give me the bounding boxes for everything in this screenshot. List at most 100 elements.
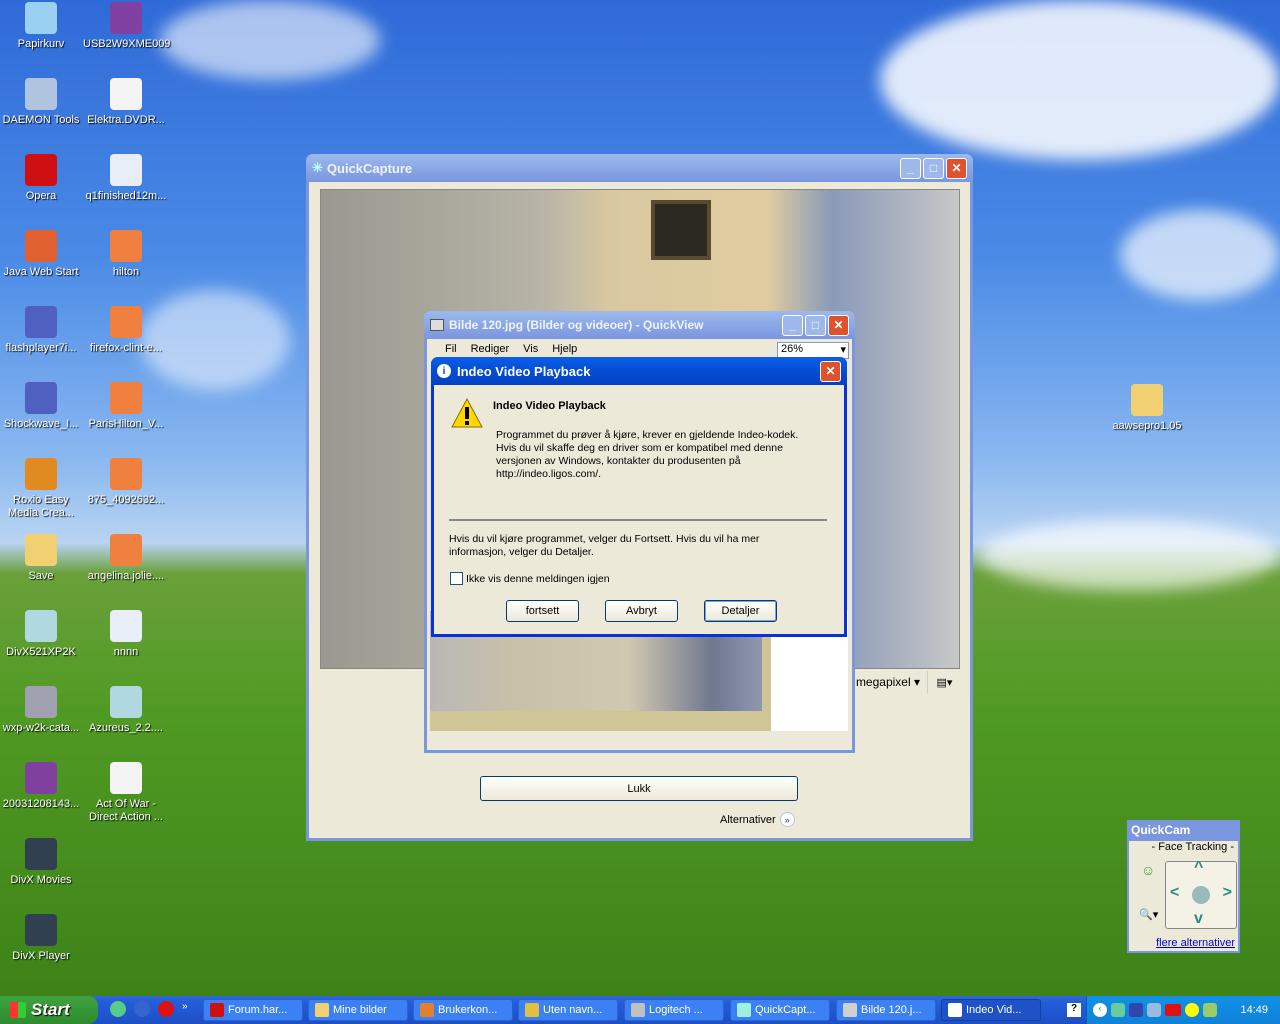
file-icon (25, 382, 57, 414)
tray-icon[interactable] (1203, 1003, 1217, 1017)
arrow-right-icon[interactable]: > (1223, 884, 1232, 902)
clock[interactable]: 14:49 (1240, 1004, 1268, 1016)
taskbar-button[interactable]: Logitech ... (624, 999, 724, 1021)
window-title: QuickCapture (326, 160, 413, 176)
app-icon (737, 1003, 751, 1017)
tray-icon[interactable] (1147, 1003, 1161, 1017)
minimize-button[interactable]: _ (900, 157, 921, 179)
checkbox-box[interactable] (450, 572, 463, 585)
ati-icon[interactable] (1165, 1004, 1181, 1016)
resolution-dropdown[interactable]: megapixel ▾ (849, 671, 924, 693)
desktop-icon[interactable]: DivX Movies (0, 838, 84, 887)
tray-icon[interactable] (1111, 1003, 1125, 1017)
more-options-link[interactable]: flere alternativer (1156, 937, 1235, 949)
fortsett-button[interactable]: fortsett (506, 600, 579, 622)
desktop-icon[interactable]: Act Of War - Direct Action ... (83, 762, 169, 824)
detaljer-button[interactable]: Detaljer (704, 600, 777, 622)
arrow-down-icon[interactable]: v (1194, 910, 1203, 928)
center-icon[interactable] (1192, 886, 1210, 904)
minimize-button[interactable]: _ (782, 314, 803, 336)
app-icon (315, 1003, 329, 1017)
maximize-button[interactable]: □ (805, 314, 826, 336)
desktop-icon[interactable]: Java Web Start (0, 230, 84, 279)
firefox-icon[interactable] (134, 1001, 150, 1017)
desktop-icon[interactable]: DivX Player (0, 914, 84, 963)
desktop-icon[interactable]: Roxio Easy Media Crea... (0, 458, 84, 520)
desktop-icon[interactable]: Papirkurv (0, 2, 84, 51)
desktop-icon[interactable]: DAEMON Tools (0, 78, 84, 127)
file-icon (110, 534, 142, 566)
file-icon (25, 458, 57, 490)
taskbar-button[interactable]: Indeo Vid... (941, 999, 1041, 1021)
file-icon (110, 686, 142, 718)
taskbar-button[interactable]: Bilde 120.j... (836, 999, 936, 1021)
arrow-left-icon[interactable]: < (1170, 884, 1179, 902)
close-button[interactable]: ✕ (828, 314, 849, 336)
file-icon (25, 306, 57, 338)
desktop-icon[interactable]: Opera (0, 154, 84, 203)
warning-icon (451, 397, 483, 428)
opera-icon[interactable] (158, 1001, 174, 1017)
dont-show-checkbox[interactable]: Ikke vis denne meldingen igjen (450, 572, 610, 585)
message-line: Programmet du prøver å kjøre, krever en … (496, 429, 799, 441)
overflow-chevron-icon[interactable]: » (182, 1001, 188, 1017)
desktop-icon[interactable]: q1finished12m... (83, 154, 169, 203)
file-icon (25, 154, 57, 186)
help-icon[interactable]: ? (1067, 1003, 1081, 1017)
lukk-button[interactable]: Lukk (480, 776, 798, 801)
taskbar-button[interactable]: Forum.har... (203, 999, 303, 1021)
file-icon (25, 762, 57, 794)
taskbar-button[interactable]: Mine bilder (308, 999, 408, 1021)
menu-vis[interactable]: Vis (523, 343, 538, 355)
close-button[interactable]: ✕ (820, 360, 841, 382)
taskbar-button[interactable]: Brukerkon... (413, 999, 513, 1021)
desktop-icon[interactable]: 20031208143... (0, 762, 84, 811)
menu-rediger[interactable]: Rediger (471, 343, 510, 355)
desktop-icon[interactable]: wxp-w2k-cata... (0, 686, 84, 735)
face-tracking-icon[interactable]: ☺ (1141, 862, 1155, 878)
desktop-icon[interactable]: Shockwave_I... (0, 382, 84, 431)
menu-fil[interactable]: Fil (445, 343, 457, 355)
desktop-icon[interactable]: USB2W9XME009 (83, 2, 170, 51)
maximize-button[interactable]: □ (923, 157, 944, 179)
tray-icon[interactable] (1129, 1003, 1143, 1017)
file-icon (25, 534, 57, 566)
desktop-icon[interactable]: firefox-clint-e... (83, 306, 169, 355)
desktop-icon[interactable]: DivX521XP2K (0, 610, 84, 659)
taskbar-button[interactable]: QuickCapt... (730, 999, 830, 1021)
zoom-icon[interactable]: 🔍▾ (1139, 908, 1158, 921)
arrow-up-icon[interactable]: ^ (1194, 859, 1203, 877)
options-link[interactable]: Alternativer» (720, 812, 795, 827)
desktop-icon[interactable]: 875_4092632... (83, 458, 169, 507)
title-bar[interactable]: i Indeo Video Playback ✕ (431, 357, 847, 385)
title-bar[interactable]: Bilde 120.jpg (Bilder og videoer) - Quic… (424, 311, 855, 339)
message-line: versjonen av Windows, kontakter du produ… (496, 455, 741, 467)
pan-tilt-control[interactable]: ^ < > v (1165, 859, 1237, 929)
tray-expand-icon[interactable]: ‹ (1093, 1003, 1107, 1017)
tray-icon[interactable] (1185, 1003, 1199, 1017)
system-tray: ? ‹ 14:49 (1067, 996, 1280, 1024)
quickcam-panel: QuickCam - Face Tracking - ☺ 🔍▾ ^ < > v … (1127, 820, 1240, 953)
app-icon (210, 1003, 224, 1017)
folder-icon (1131, 384, 1163, 416)
desktop-icon[interactable]: hilton (83, 230, 169, 279)
settings-dropdown[interactable]: ▤▾ (927, 671, 961, 693)
avbryt-button[interactable]: Avbryt (605, 600, 678, 622)
desktop-icon[interactable]: ParisHilton_V... (83, 382, 169, 431)
file-icon (25, 914, 57, 946)
desktop-icon[interactable]: flashplayer7i... (0, 306, 84, 355)
desktop-icon[interactable]: nnnn (83, 610, 169, 659)
taskbar-button[interactable]: Uten navn... (518, 999, 618, 1021)
desktop-icon[interactable]: angelina.jolie.... (83, 534, 169, 583)
ie-icon[interactable] (110, 1001, 126, 1017)
desktop-icon[interactable]: Elektra.DVDR... (83, 78, 169, 127)
title-bar[interactable]: ✳ QuickCapture _ □ ✕ (306, 154, 973, 182)
close-button[interactable]: ✕ (946, 157, 967, 179)
desktop-icon[interactable]: Azureus_2.2.... (83, 686, 169, 735)
file-icon (25, 78, 57, 110)
desktop-icon[interactable]: Save (0, 534, 84, 583)
start-button[interactable]: Start (0, 996, 98, 1024)
separator (449, 519, 827, 521)
menu-hjelp[interactable]: Hjelp (552, 343, 577, 355)
desktop-icon-aawsepro[interactable]: aawsepro1.05 (1104, 384, 1190, 433)
